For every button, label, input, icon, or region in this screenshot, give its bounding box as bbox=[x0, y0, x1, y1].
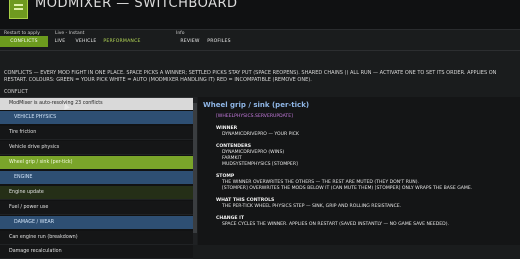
tab-performance[interactable]: PERFORMANCE bbox=[102, 36, 142, 47]
list-item-label: Can engine run (breakdown) bbox=[9, 235, 78, 240]
hook-name: [WHEELPHYSICS.SERVERUPDATE] bbox=[216, 114, 293, 119]
list-item-tire-friction[interactable]: Tire friction bbox=[0, 126, 193, 140]
conflict-list: ModMixer is auto-resolving 23 conflicts … bbox=[0, 97, 193, 259]
help-text: CONFLICTS — EVERY MOD FIGHT IN ONE PLACE… bbox=[4, 70, 497, 83]
category-damage-wear: DAMAGE / WEAR bbox=[0, 216, 193, 229]
list-item-label: Damage recalculation bbox=[9, 249, 62, 254]
category-label: VEHICLE PHYSICS bbox=[14, 115, 57, 120]
controls-text: THE PER-TICK WHEEL PHYSICS STEP — SINK, … bbox=[222, 204, 402, 209]
list-item-label: Vehicle drive physics bbox=[9, 145, 60, 150]
nav-tabs: CONFLICTS LIVE VEHICLE PERFORMANCE REVIE… bbox=[0, 36, 520, 47]
list-item-label: Tire friction bbox=[9, 130, 37, 135]
tab-review[interactable]: REVIEW bbox=[178, 36, 202, 47]
list-item-label: Wheel grip / sink (per-tick) bbox=[9, 160, 73, 165]
list-item-engine-update[interactable]: Engine update bbox=[0, 186, 193, 200]
list-item-label: Engine update bbox=[9, 190, 44, 195]
tab-conflicts[interactable]: CONFLICTS bbox=[0, 36, 48, 47]
contender-item: MUDSYSTEMPHYSICS [STOMPER] bbox=[222, 162, 298, 167]
tab-profiles[interactable]: PROFILES bbox=[204, 36, 234, 47]
scrollbar-thumb[interactable] bbox=[193, 103, 197, 233]
category-vehicle-physics: VEHICLE PHYSICS bbox=[0, 111, 193, 124]
list-header: ModMixer is auto-resolving 23 conflicts bbox=[0, 98, 193, 110]
app-title: MODMIXER — SWITCHBOARD bbox=[35, 0, 238, 11]
change-text: SPACE CYCLES THE WINNER. APPLIES ON REST… bbox=[222, 222, 449, 227]
divider bbox=[0, 50, 520, 51]
tab-live[interactable]: LIVE bbox=[50, 36, 70, 47]
list-item-vehicle-drive-physics[interactable]: Vehicle drive physics bbox=[0, 141, 193, 155]
list-item-fuel-power-use[interactable]: Fuel / power use bbox=[0, 201, 193, 215]
title-bar: MODMIXER — SWITCHBOARD bbox=[0, 0, 520, 30]
winner-value: DYNAMICDRIVEPRO — YOUR PICK bbox=[222, 132, 299, 137]
tab-vehicle[interactable]: VEHICLE bbox=[72, 36, 100, 47]
list-scrollbar[interactable] bbox=[193, 97, 197, 245]
list-item-can-engine-run[interactable]: Can engine run (breakdown) bbox=[0, 231, 193, 245]
detail-title: Wheel grip / sink (per-tick) bbox=[203, 101, 310, 109]
category-engine: ENGINE bbox=[0, 171, 193, 184]
app-logo-icon bbox=[9, 0, 28, 19]
stomp-text: [STOMPER] OVERWRITES THE MODS BELOW IT (… bbox=[222, 186, 473, 191]
category-label: ENGINE bbox=[14, 175, 33, 180]
detail-panel: Wheel grip / sink (per-tick) [WHEELPHYSI… bbox=[198, 97, 520, 245]
section-label: CONFLICT bbox=[4, 90, 28, 95]
list-item-label: Fuel / power use bbox=[9, 205, 49, 210]
category-label: DAMAGE / WEAR bbox=[14, 220, 55, 225]
list-header-text: ModMixer is auto-resolving 23 conflicts bbox=[9, 101, 103, 106]
list-item-damage-recalculation[interactable]: Damage recalculation bbox=[0, 245, 193, 259]
list-item-wheel-grip-sink[interactable]: Wheel grip / sink (per-tick) bbox=[0, 156, 193, 169]
